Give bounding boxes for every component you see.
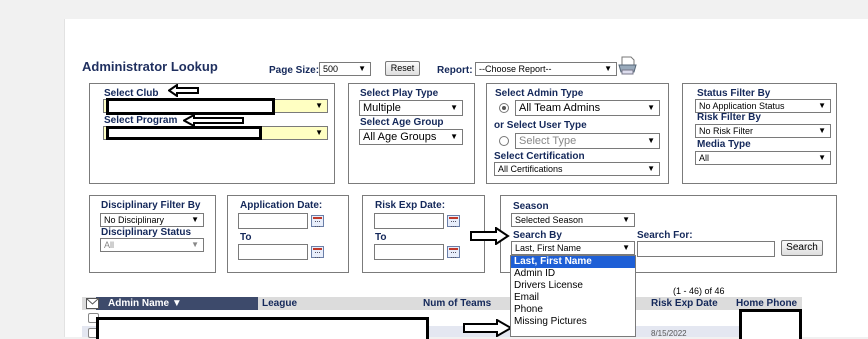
- chevron-down-icon: ▼: [647, 103, 655, 112]
- num-teams-column-header[interactable]: Num of Teams: [423, 298, 491, 309]
- application-date-label: Application Date:: [240, 200, 323, 211]
- page-size-select[interactable]: 500 ▼: [319, 62, 371, 76]
- chevron-down-icon: ▼: [647, 164, 655, 173]
- season-select[interactable]: Selected Season ▼: [511, 213, 635, 227]
- dropdown-option[interactable]: Phone: [511, 304, 635, 316]
- chevron-down-icon: ▼: [450, 103, 458, 112]
- risk-exp-column-header[interactable]: Risk Exp Date: [651, 298, 718, 309]
- disciplinary-filter-label: Disciplinary Filter By: [101, 200, 201, 211]
- league-column-header[interactable]: League: [262, 298, 297, 309]
- status-filter-select[interactable]: No Application Status ▼: [695, 99, 831, 113]
- redaction-box: [106, 98, 275, 115]
- certification-select[interactable]: All Certifications ▼: [494, 162, 660, 176]
- chevron-down-icon: ▼: [818, 153, 826, 162]
- dropdown-option[interactable]: Email: [511, 292, 635, 304]
- search-by-label: Search By: [513, 230, 562, 241]
- report-label: Report:: [437, 65, 473, 76]
- arrow-right-icon: [463, 319, 513, 337]
- age-group-select[interactable]: All Age Groups ▼: [359, 129, 463, 145]
- search-button[interactable]: Search: [781, 240, 823, 256]
- user-type-label: or Select User Type: [494, 120, 587, 131]
- chevron-down-icon: ▼: [604, 64, 612, 73]
- dropdown-option[interactable]: Missing Pictures: [511, 316, 635, 328]
- season-label: Season: [513, 201, 549, 212]
- disciplinary-filter-select[interactable]: No Disciplinary ▼: [100, 213, 204, 227]
- search-by-dropdown-list: Last, First Name Admin ID Drivers Licens…: [510, 255, 636, 337]
- application-date-to-label: To: [240, 232, 252, 243]
- admin-type-label: Select Admin Type: [495, 88, 584, 99]
- chevron-down-icon: ▼: [315, 128, 323, 137]
- play-type-select[interactable]: Multiple ▼: [359, 100, 463, 116]
- application-date-to-input[interactable]: [238, 244, 308, 260]
- page-size-label: Page Size:: [269, 65, 320, 76]
- home-phone-column-header[interactable]: Home Phone: [736, 298, 797, 309]
- report-select[interactable]: --Choose Report-- ▼: [475, 62, 617, 76]
- chevron-down-icon: ▼: [450, 132, 458, 141]
- media-type-select[interactable]: All ▼: [695, 151, 831, 165]
- arrow-left-icon: [168, 84, 199, 97]
- select-program-label: Select Program: [104, 115, 178, 126]
- chevron-down-icon: ▼: [191, 215, 199, 224]
- reset-button[interactable]: Reset: [385, 61, 420, 76]
- calendar-icon[interactable]: [447, 246, 460, 258]
- user-type-radio[interactable]: [499, 136, 509, 146]
- disciplinary-status-select[interactable]: All ▼: [100, 238, 204, 252]
- admin-type-select[interactable]: All Team Admins ▼: [515, 100, 660, 116]
- sort-down-icon: ▼: [171, 298, 182, 309]
- risk-filter-label: Risk Filter By: [697, 112, 761, 123]
- redaction-box: [96, 317, 429, 339]
- redaction-box: [739, 309, 802, 339]
- admin-name-column-header[interactable]: Admin Name ▼: [108, 298, 182, 309]
- risk-exp-from-input[interactable]: [374, 213, 444, 229]
- calendar-icon[interactable]: [311, 215, 324, 227]
- media-type-label: Media Type: [697, 139, 751, 150]
- disciplinary-status-label: Disciplinary Status: [101, 227, 192, 238]
- risk-exp-to-input[interactable]: [374, 244, 444, 260]
- redaction-box: [106, 126, 262, 140]
- email-icon[interactable]: [86, 298, 99, 309]
- chevron-down-icon: ▼: [191, 240, 199, 249]
- chevron-down-icon: ▼: [358, 64, 366, 73]
- age-group-label: Select Age Group: [360, 117, 444, 128]
- user-type-select[interactable]: Select Type ▼: [515, 133, 660, 149]
- dropdown-option[interactable]: Admin ID: [511, 268, 635, 280]
- chevron-down-icon: ▼: [315, 101, 323, 110]
- dropdown-option[interactable]: Last, First Name: [511, 256, 635, 268]
- chevron-down-icon: ▼: [622, 243, 630, 252]
- dropdown-option[interactable]: Drivers License: [511, 280, 635, 292]
- chevron-down-icon: ▼: [622, 215, 630, 224]
- calendar-icon[interactable]: [311, 246, 324, 258]
- admin-type-radio[interactable]: [499, 103, 509, 113]
- application-date-from-input[interactable]: [238, 213, 308, 229]
- print-icon[interactable]: [617, 55, 638, 76]
- arrow-right-icon: [470, 227, 510, 245]
- chevron-down-icon: ▼: [818, 101, 826, 110]
- search-for-input[interactable]: [637, 241, 775, 257]
- risk-exp-to-label: To: [375, 232, 387, 243]
- results-count: (1 - 46) of 46: [673, 286, 725, 296]
- search-for-label: Search For:: [637, 230, 693, 241]
- risk-exp-date-label: Risk Exp Date:: [375, 200, 446, 211]
- certification-label: Select Certification: [494, 151, 585, 162]
- page-title: Administrator Lookup: [82, 59, 218, 74]
- status-filter-label: Status Filter By: [697, 88, 771, 99]
- play-type-label: Select Play Type: [360, 88, 439, 99]
- chevron-down-icon: ▼: [647, 136, 655, 145]
- chevron-down-icon: ▼: [818, 126, 826, 135]
- calendar-icon[interactable]: [447, 215, 460, 227]
- risk-filter-select[interactable]: No Risk Filter ▼: [695, 124, 831, 138]
- search-by-select[interactable]: Last, First Name ▼: [511, 241, 635, 255]
